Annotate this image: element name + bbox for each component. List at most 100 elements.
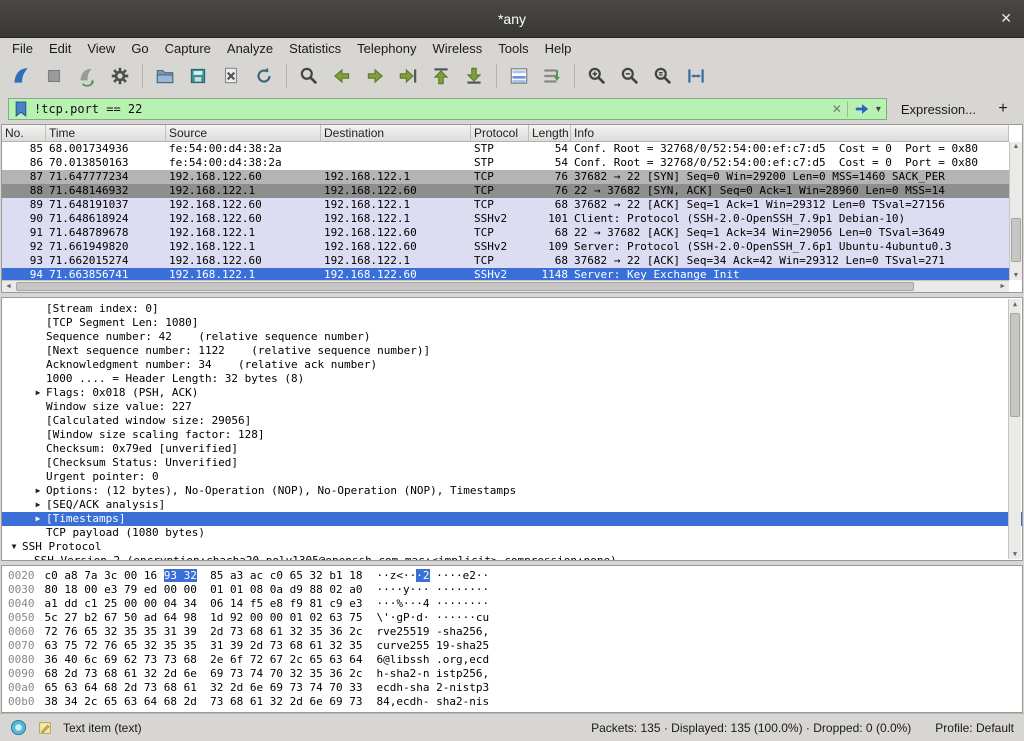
expanded-arrow-icon[interactable]: ▼ xyxy=(6,540,22,554)
expert-info-icon[interactable] xyxy=(10,719,27,736)
menu-telephony[interactable]: Telephony xyxy=(349,40,424,57)
scroll-left-icon[interactable]: ◄ xyxy=(5,282,12,292)
hex-row[interactable]: 00505c 27 b2 67 50 ad 64 98 1d 92 00 00 … xyxy=(8,611,1022,625)
detail-line[interactable]: Acknowledgment number: 34 (relative ack … xyxy=(2,358,1022,372)
column-header-destination[interactable]: Destination xyxy=(321,125,471,141)
scrollbar-thumb[interactable] xyxy=(1011,218,1021,262)
go-last-button[interactable] xyxy=(459,62,489,90)
details-vertical-scrollbar[interactable]: ▲ ▼ xyxy=(1008,299,1021,559)
close-icon[interactable]: ✕ xyxy=(1000,11,1012,25)
scroll-down-icon[interactable]: ▼ xyxy=(1010,272,1022,279)
detail-line[interactable]: ▶[Timestamps] xyxy=(2,512,1022,526)
reload-button[interactable] xyxy=(249,62,279,90)
go-forward-button[interactable] xyxy=(360,62,390,90)
detail-line[interactable]: ▼SSH Protocol xyxy=(2,540,1022,554)
column-header-no[interactable]: No. xyxy=(2,125,46,141)
menu-file[interactable]: File xyxy=(4,40,41,57)
column-header-length[interactable]: Length xyxy=(529,125,571,141)
profile-label[interactable]: Profile: Default xyxy=(935,721,1014,735)
packet-list-vertical-scrollbar[interactable]: ▲ ▼ xyxy=(1009,142,1022,280)
display-filter-input[interactable]: !tcp.port == 22 ✕ ▾ xyxy=(8,98,887,120)
hex-row[interactable]: 009068 2d 73 68 61 32 2d 6e 69 73 74 70 … xyxy=(8,667,1022,681)
go-back-button[interactable] xyxy=(327,62,357,90)
colorize-packets-button[interactable] xyxy=(504,62,534,90)
hex-row[interactable]: 00a065 63 64 68 2d 73 68 61 32 2d 6e 69 … xyxy=(8,681,1022,695)
packet-row[interactable]: 8670.013850163fe:54:00:d4:38:2aSTP54Conf… xyxy=(2,156,1009,170)
collapsed-arrow-icon[interactable]: ▶ xyxy=(30,386,46,400)
menu-statistics[interactable]: Statistics xyxy=(281,40,349,57)
packet-row[interactable]: 9271.661949820192.168.122.1192.168.122.6… xyxy=(2,240,1009,254)
packet-row[interactable]: 9371.662015274192.168.122.60192.168.122.… xyxy=(2,254,1009,268)
capture-restart-button[interactable] xyxy=(72,62,102,90)
scroll-up-icon[interactable]: ▲ xyxy=(1009,300,1021,308)
detail-line[interactable]: Window size value: 227 xyxy=(2,400,1022,414)
find-packet-button[interactable] xyxy=(294,62,324,90)
detail-line[interactable]: [Calculated window size: 29056] xyxy=(2,414,1022,428)
hex-row[interactable]: 003080 18 00 e3 79 ed 00 00 01 01 08 0a … xyxy=(8,583,1022,597)
collapsed-arrow-icon[interactable]: ▶ xyxy=(30,512,46,526)
zoom-reset-button[interactable] xyxy=(648,62,678,90)
column-header-protocol[interactable]: Protocol xyxy=(471,125,529,141)
auto-scroll-button[interactable] xyxy=(537,62,567,90)
packet-list-horizontal-scrollbar[interactable]: ◄ ► xyxy=(2,280,1009,292)
hex-row[interactable]: 007063 75 72 76 65 32 35 35 31 39 2d 73 … xyxy=(8,639,1022,653)
hex-row[interactable]: 0020c0 a8 7a 3c 00 16 93 32 85 a3 ac c0 … xyxy=(8,569,1022,583)
capture-stop-button[interactable] xyxy=(39,62,69,90)
filter-bookmark-icon[interactable] xyxy=(14,101,29,118)
detail-line[interactable]: [Window size scaling factor: 128] xyxy=(2,428,1022,442)
capture-start-button[interactable] xyxy=(6,62,36,90)
menu-wireless[interactable]: Wireless xyxy=(424,40,490,57)
file-close-button[interactable] xyxy=(216,62,246,90)
menu-help[interactable]: Help xyxy=(537,40,580,57)
detail-line[interactable]: ▶[SEQ/ACK analysis] xyxy=(2,498,1022,512)
detail-line[interactable]: Sequence number: 42 (relative sequence n… xyxy=(2,330,1022,344)
file-open-button[interactable] xyxy=(150,62,180,90)
hex-row[interactable]: 006072 76 65 32 35 35 31 39 2d 73 68 61 … xyxy=(8,625,1022,639)
menu-edit[interactable]: Edit xyxy=(41,40,79,57)
detail-line[interactable]: [Next sequence number: 1122 (relative se… xyxy=(2,344,1022,358)
resize-columns-button[interactable] xyxy=(681,62,711,90)
file-save-button[interactable] xyxy=(183,62,213,90)
filter-dropdown-caret-icon[interactable]: ▾ xyxy=(876,104,881,115)
filter-apply-icon[interactable] xyxy=(853,101,871,117)
capture-options-button[interactable] xyxy=(105,62,135,90)
hex-row[interactable]: 0040a1 dd c1 25 00 00 04 34 06 14 f5 e8 … xyxy=(8,597,1022,611)
zoom-in-button[interactable] xyxy=(582,62,612,90)
scroll-right-icon[interactable]: ► xyxy=(999,282,1006,292)
detail-line[interactable]: TCP payload (1080 bytes) xyxy=(2,526,1022,540)
column-header-info[interactable]: Info xyxy=(571,125,1009,141)
hex-row[interactable]: 008036 40 6c 69 62 73 73 68 2e 6f 72 67 … xyxy=(8,653,1022,667)
scroll-down-icon[interactable]: ▼ xyxy=(1009,550,1021,558)
detail-line[interactable]: ▶Flags: 0x018 (PSH, ACK) xyxy=(2,386,1022,400)
title-bar[interactable]: *any ✕ xyxy=(0,0,1024,38)
scrollbar-thumb[interactable] xyxy=(16,282,914,291)
filter-value[interactable]: !tcp.port == 22 xyxy=(34,102,827,116)
hex-row[interactable]: 00b038 34 2c 65 63 64 68 2d 73 68 61 32 … xyxy=(8,695,1022,709)
packet-row[interactable]: 9071.648618924192.168.122.60192.168.122.… xyxy=(2,212,1009,226)
packet-row[interactable]: 8568.001734936fe:54:00:d4:38:2aSTP54Conf… xyxy=(2,142,1009,156)
collapsed-arrow-icon[interactable]: ▶ xyxy=(30,498,46,512)
collapsed-arrow-icon[interactable]: ▶ xyxy=(30,484,46,498)
filter-clear-icon[interactable]: ✕ xyxy=(832,102,842,116)
zoom-out-button[interactable] xyxy=(615,62,645,90)
expression-button[interactable]: Expression... xyxy=(895,100,982,119)
column-header-source[interactable]: Source xyxy=(166,125,321,141)
column-header-time[interactable]: Time xyxy=(46,125,166,141)
packet-row[interactable]: 8771.647777234192.168.122.60192.168.122.… xyxy=(2,170,1009,184)
detail-line[interactable]: 1000 .... = Header Length: 32 bytes (8) xyxy=(2,372,1022,386)
packet-row[interactable]: 9171.648789678192.168.122.1192.168.122.6… xyxy=(2,226,1009,240)
detail-line[interactable]: [Stream index: 0] xyxy=(2,302,1022,316)
detail-line[interactable]: Checksum: 0x79ed [unverified] xyxy=(2,442,1022,456)
scroll-up-icon[interactable]: ▲ xyxy=(1010,143,1022,150)
scrollbar-thumb[interactable] xyxy=(1010,313,1020,417)
go-to-packet-button[interactable] xyxy=(393,62,423,90)
go-first-button[interactable] xyxy=(426,62,456,90)
detail-line[interactable]: Urgent pointer: 0 xyxy=(2,470,1022,484)
detail-line[interactable]: SSH Version 2 (encryption:chacha20-poly1… xyxy=(2,554,1022,561)
menu-analyze[interactable]: Analyze xyxy=(219,40,281,57)
menu-view[interactable]: View xyxy=(79,40,123,57)
detail-line[interactable]: [Checksum Status: Unverified] xyxy=(2,456,1022,470)
menu-go[interactable]: Go xyxy=(123,40,156,57)
detail-line[interactable]: ▶Options: (12 bytes), No-Operation (NOP)… xyxy=(2,484,1022,498)
packet-row[interactable]: 8971.648191037192.168.122.60192.168.122.… xyxy=(2,198,1009,212)
